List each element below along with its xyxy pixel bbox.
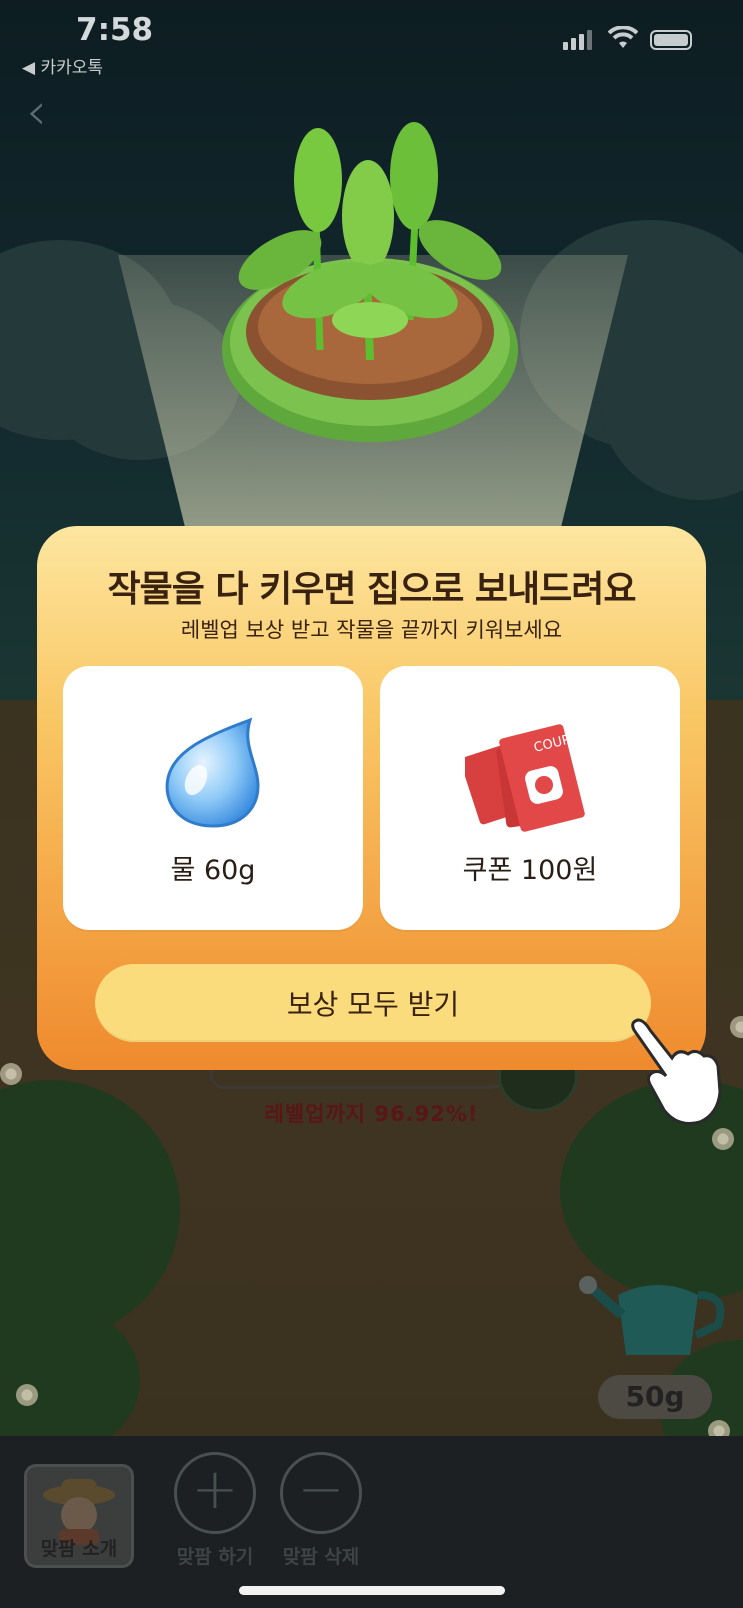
water-drop-icon	[165, 717, 260, 828]
status-time: 7:58	[76, 12, 154, 48]
signal-icon	[563, 30, 592, 50]
minus-icon: −	[297, 1457, 345, 1522]
battery-icon	[650, 30, 692, 50]
intro-button[interactable]: 맞팜 소개	[24, 1464, 134, 1568]
watering-can-icon[interactable]	[578, 1255, 728, 1365]
status-bar: 7:58 ◀ 카카오톡	[0, 0, 743, 80]
modal-title: 작물을 다 키우면 집으로 보내드려요	[107, 569, 637, 610]
add-farm-button[interactable]: +	[174, 1452, 256, 1534]
wifi-icon	[608, 26, 638, 48]
back-chevron-icon[interactable]: ‹	[26, 82, 47, 142]
reward-label-coupon: 쿠폰 100원	[462, 855, 598, 886]
level-up-reward-modal: 작물을 다 키우면 집으로 보내드려요 레벨업 보상 받고 작물을 끝까지 키워…	[37, 526, 706, 1070]
pointing-hand-icon	[631, 1018, 722, 1125]
flower	[16, 1384, 38, 1406]
water-amount-badge: 50g	[598, 1375, 712, 1419]
home-indicator[interactable]	[239, 1586, 505, 1595]
flower	[0, 1063, 22, 1085]
reward-card-coupon: COUPON 쿠폰 100원	[380, 666, 680, 930]
add-farm-label: 맞팜 하기	[176, 1546, 254, 1568]
claim-all-rewards-button[interactable]: 보상 모두 받기	[95, 964, 651, 1042]
back-to-app-link[interactable]: ◀ 카카오톡	[22, 53, 103, 78]
remove-farm-label: 맞팜 삭제	[282, 1546, 360, 1568]
remove-farm-button[interactable]: −	[280, 1452, 362, 1534]
flower	[712, 1128, 734, 1150]
plus-icon: +	[191, 1457, 239, 1522]
modal-subtitle: 레벨업 보상 받고 작물을 끝까지 키워보세요	[180, 618, 563, 642]
plant-illustration	[222, 122, 518, 442]
intro-label: 맞팜 소개	[40, 1538, 118, 1560]
coupon-icon: COUPON	[465, 724, 591, 832]
reward-card-water: 물 60g	[63, 666, 363, 930]
reward-label-water: 물 60g	[170, 855, 256, 886]
